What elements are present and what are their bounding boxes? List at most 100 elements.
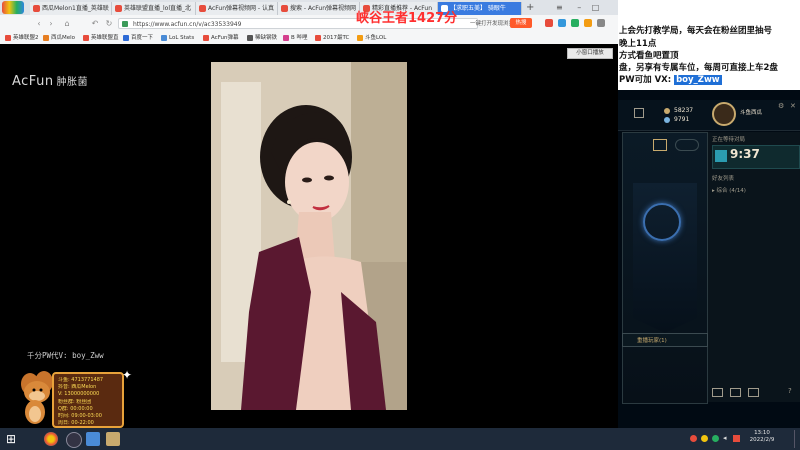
lol-social-panel: 正在等待对局 好友列表 ▸ 综合 (4/14) [708,132,800,402]
video-frame-image [211,62,407,410]
taskbar [0,428,800,450]
extension-icon[interactable] [558,19,566,27]
tray-clock[interactable]: 13:10 2022/2/9 [745,430,779,444]
bookmark-1[interactable]: 西瓜Melo [42,33,75,43]
url-text: https://www.acfun.cn/v/ac33533949 [133,21,242,28]
tab-label: 英雄联盟直播_lol直播_北 [124,5,192,12]
tab-favicon-icon [115,5,122,12]
tray-icon[interactable] [690,435,697,442]
lock-icon [122,21,128,27]
bookmark-4[interactable]: LoL Stats [160,33,194,43]
home-icon[interactable]: ⌂ [62,18,72,29]
menu-icon[interactable]: ≡ [556,3,563,12]
sparkle-icon: ✦ [122,368,133,382]
mission-icon[interactable] [730,388,741,397]
tab-label: 西瓜Melon1直播_英雄联 [42,5,109,12]
profile-avatar[interactable] [712,102,736,126]
tab-1[interactable]: 英雄联盟直播_lol直播_北 [112,2,196,15]
voice-icon[interactable] [748,388,759,397]
reload-icon[interactable]: ↻ [104,18,114,29]
vx-id: boy_Zww [674,75,722,85]
notice-vx-line: PW可加 VX: boy_Zww [619,73,722,85]
tab-favicon-icon [281,5,288,12]
network-icon[interactable] [733,435,740,442]
extension-icon[interactable] [571,19,579,27]
queue-label: 正在等待对局 [712,137,746,143]
info-line: 抖音: 西瓜Melon [58,384,97,391]
logo-sub: 肿胀菌 [56,77,89,88]
minimize-icon[interactable]: – [577,3,581,12]
replay-label: 重播玩家(1) [637,338,667,344]
replay-players-bar[interactable]: 重播玩家(1) [622,333,708,347]
logo-brand: AcFun [12,74,54,89]
close-icon[interactable]: ✕ [790,102,796,110]
tab-3[interactable]: 搜索 - AcFun弹幕视频网 [278,2,360,15]
settings-icon[interactable]: ⚙ [778,102,784,110]
lol-taskbar-icon[interactable] [106,432,120,446]
rank-overlay-title: 峡谷王者1427分 [356,11,458,26]
lol-header: 58237 9791 斗鱼西瓜 ⚙ ✕ [618,100,800,131]
friend-group[interactable]: ▸ 综合 (4/14) [712,186,746,194]
tab-2[interactable]: AcFun弹幕视频网 - 认真 [196,2,278,15]
lol-lobby-panel [622,132,708,404]
explorer-taskbar-icon[interactable] [86,432,100,446]
bookmark-0[interactable]: 英雄联盟2 [4,33,39,43]
pw-contact-text: 千分PW代V: boy_Zww [27,351,104,360]
tray-time: 13:10 [754,430,770,436]
new-tab-button[interactable]: + [526,2,534,13]
home-icon[interactable] [634,108,644,118]
bookmark-5[interactable]: AcFun弹幕 [202,33,239,43]
vx-prefix: PW可加 VX: [619,75,672,85]
rp-icon [664,108,670,114]
acfun-logo: AcFun 肿胀菌 [12,73,88,89]
back-icon[interactable]: ‹ [34,18,44,29]
extension-icon[interactable] [584,19,592,27]
bookmark-3[interactable]: 百度一下 [122,33,153,43]
jerry-mascot-icon [8,368,56,426]
tab-label: 【求职五美】 骑眼牛 [450,5,506,12]
hot-search-button[interactable]: 热搜 [510,18,532,28]
bookmark-6[interactable]: 稀缺钢铁 [246,33,277,43]
undo-icon[interactable]: ↶ [90,18,100,29]
portrait-illustration [211,62,407,410]
notice-line: 晚上11点 [619,39,657,49]
queue-clock: 9:37 [730,147,760,161]
tab-label: 搜索 - AcFun弹幕视频网 [290,5,357,12]
points-2: 9791 [674,116,690,123]
notice-line: 上会先打教学局，每天会在粉丝团里抽号 [619,26,773,36]
bookmark-7[interactable]: B 哔哩 [282,33,308,43]
tray-icon[interactable] [712,435,719,442]
forward-icon[interactable]: › [46,18,56,29]
mode-icon[interactable] [653,139,667,151]
tray-icon[interactable] [701,435,708,442]
extension-icons [545,19,615,28]
tab-bar: 西瓜Melon1直播_英雄联 英雄联盟直播_lol直播_北 AcFun弹幕视频网… [0,0,618,23]
volume-icon[interactable]: ◂ [723,434,727,442]
float-window-button[interactable]: 小窗口播放 [567,48,613,59]
info-line: 斗鱼: 4713771487 [58,377,104,383]
show-desktop-button[interactable] [794,430,799,448]
tab-label: AcFun弹幕视频网 - 认真 [208,5,275,12]
points-1: 58237 [674,107,694,114]
info-line: Q群: 00:00:00 [58,405,93,412]
toggle-icon[interactable] [675,139,699,151]
start-icon[interactable]: ⊞ [4,432,18,446]
clock-taskbar-icon[interactable] [66,432,82,448]
browser-taskbar-icon[interactable] [44,432,58,446]
help-icon[interactable]: ? [788,387,792,395]
bookmark-8[interactable]: 2017最TC [314,33,349,43]
notice-line: 盘，另享有专属车位，每周可直接上车2盘 [619,63,778,73]
quick-open-button[interactable]: 一键打开发现浏览 [470,19,514,27]
bookmark-2[interactable]: 英雄联盟直 [82,33,119,43]
maximize-icon[interactable]: □ [592,3,600,12]
extension-icon[interactable] [597,19,605,27]
tab-favicon-icon [199,5,206,12]
chat-icon[interactable] [712,388,723,397]
tray-icons: ◂ [690,434,742,444]
window-controls: ≡ – □ ✕ [552,2,616,23]
tab-0[interactable]: 西瓜Melon1直播_英雄联 [30,2,112,15]
extension-icon[interactable] [545,19,553,27]
bookmark-9[interactable]: 斗鱼LOL [356,33,386,43]
browser-logo-icon[interactable] [2,1,24,14]
queue-icon [715,150,727,162]
